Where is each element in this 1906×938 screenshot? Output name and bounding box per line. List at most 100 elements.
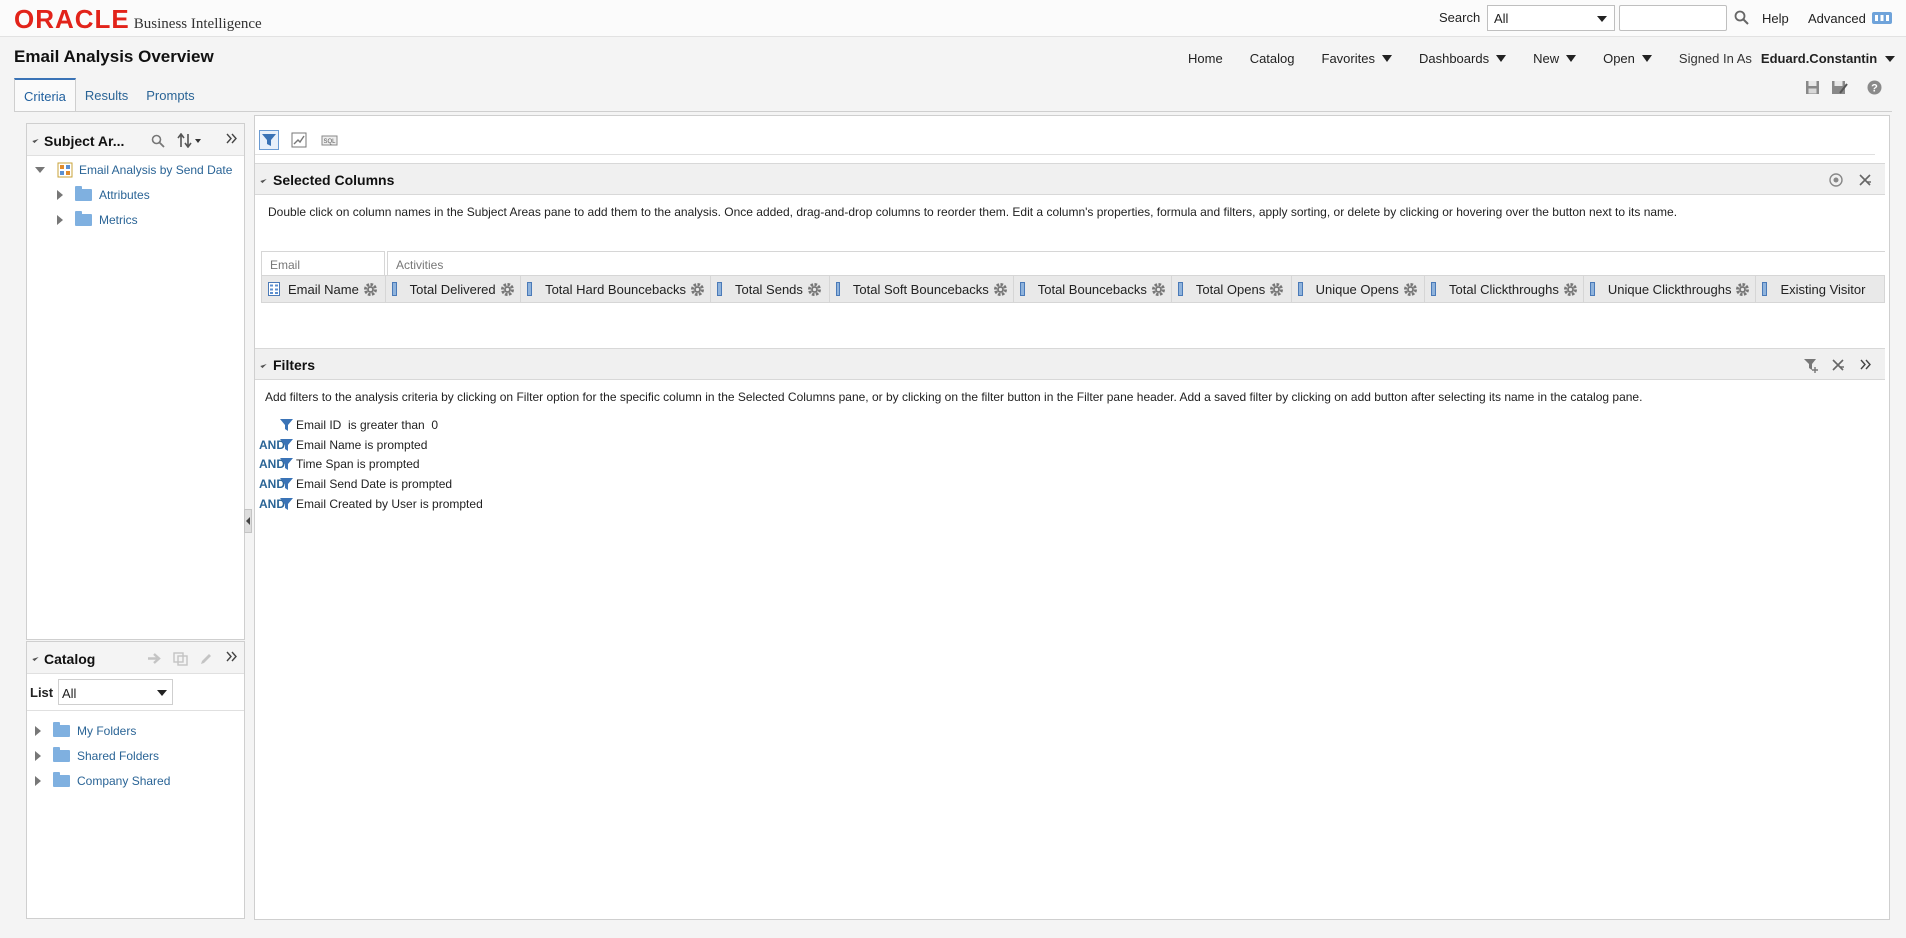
search-icon[interactable] bbox=[151, 134, 165, 148]
search-icon[interactable] bbox=[1734, 10, 1749, 25]
sql-icon[interactable]: SQL bbox=[319, 130, 340, 150]
column-total-sends[interactable]: Total Sends bbox=[711, 276, 830, 302]
edit-icon[interactable] bbox=[199, 652, 213, 666]
expand-panel-icon[interactable] bbox=[1860, 359, 1871, 370]
column-total-bouncebacks[interactable]: Total Bouncebacks bbox=[1014, 276, 1172, 302]
collapse-icon[interactable] bbox=[260, 176, 267, 184]
column-unique-opens[interactable]: Unique Opens bbox=[1292, 276, 1426, 302]
gear-icon[interactable] bbox=[1563, 282, 1578, 297]
filter-icon bbox=[279, 418, 294, 432]
search-scope-select[interactable]: All bbox=[1487, 5, 1615, 31]
gear-icon[interactable] bbox=[500, 282, 515, 297]
filter-item[interactable]: AND Email Name is prompted bbox=[259, 438, 427, 452]
nav-open[interactable]: Open bbox=[1603, 51, 1652, 66]
filter-conjunction[interactable]: AND bbox=[259, 457, 285, 471]
remove-all-columns-icon[interactable] bbox=[1858, 173, 1872, 187]
save-as-icon[interactable] bbox=[1831, 80, 1848, 95]
tab-results[interactable]: Results bbox=[76, 78, 137, 112]
chevron-down-icon[interactable] bbox=[35, 167, 45, 173]
remove-all-filters-icon[interactable] bbox=[1831, 358, 1845, 372]
gear-icon[interactable] bbox=[1735, 282, 1750, 297]
chevron-down-icon bbox=[1566, 55, 1577, 62]
chevron-right-icon[interactable] bbox=[35, 751, 41, 761]
tree-item-attributes[interactable]: Attributes bbox=[57, 186, 150, 202]
help-icon[interactable]: ? bbox=[1867, 80, 1882, 95]
nav-dashboards[interactable]: Dashboards bbox=[1418, 51, 1507, 66]
gear-icon[interactable] bbox=[363, 282, 378, 297]
collapse-icon[interactable] bbox=[32, 654, 39, 662]
column-email-name[interactable]: Email Name bbox=[262, 276, 386, 302]
chevron-right-icon[interactable] bbox=[57, 190, 63, 200]
column-total-soft-bouncebacks[interactable]: Total Soft Bouncebacks bbox=[830, 276, 1014, 302]
user-menu[interactable]: Eduard.Constantin bbox=[1761, 51, 1896, 66]
chevron-right-icon[interactable] bbox=[35, 726, 41, 736]
catalog-folder-company-shared[interactable]: Company Shared bbox=[35, 772, 170, 788]
column-total-clickthroughs[interactable]: Total Clickthroughs bbox=[1425, 276, 1584, 302]
copy-icon[interactable] bbox=[173, 652, 188, 666]
tree-item-metrics[interactable]: Metrics bbox=[57, 211, 138, 227]
oracle-logo[interactable]: ORACLE Business Intelligence bbox=[14, 6, 262, 33]
catalog-folder-shared-folders[interactable]: Shared Folders bbox=[35, 747, 159, 763]
filter-toggle-icon[interactable] bbox=[259, 130, 279, 150]
save-icon[interactable] bbox=[1805, 80, 1820, 95]
filter-item[interactable]: Email ID is greater than 0 bbox=[259, 418, 438, 432]
filter-item[interactable]: AND Time Span is prompted bbox=[259, 457, 420, 471]
column-total-opens[interactable]: Total Opens bbox=[1172, 276, 1292, 302]
add-arrow-icon[interactable] bbox=[147, 652, 163, 665]
sort-icon[interactable] bbox=[177, 133, 203, 148]
nav-favorites[interactable]: Favorites bbox=[1322, 51, 1392, 66]
tree-root-email-analysis[interactable]: Email Analysis by Send Date bbox=[35, 162, 232, 178]
gear-icon[interactable] bbox=[1151, 282, 1166, 297]
nav-catalog[interactable]: Catalog bbox=[1250, 51, 1295, 66]
filter-icon bbox=[279, 477, 294, 491]
catalog-list-select[interactable]: All bbox=[58, 679, 173, 705]
gear-icon[interactable] bbox=[807, 282, 822, 297]
column-unique-clickthroughs[interactable]: Unique Clickthroughs bbox=[1584, 276, 1757, 302]
oracle-wordmark: ORACLE bbox=[14, 4, 130, 34]
catalog-folder-my-folders[interactable]: My Folders bbox=[35, 722, 136, 738]
tab-prompts[interactable]: Prompts bbox=[137, 78, 203, 112]
gear-icon[interactable] bbox=[1403, 282, 1418, 297]
column-properties-icon[interactable] bbox=[289, 130, 309, 150]
nav-dashboards-label: Dashboards bbox=[1418, 51, 1490, 66]
panel-splitter-handle[interactable] bbox=[244, 509, 252, 533]
nav-new[interactable]: New bbox=[1533, 51, 1577, 66]
help-link[interactable]: Help bbox=[1762, 11, 1789, 26]
filter-item[interactable]: AND Email Send Date is prompted bbox=[259, 477, 452, 491]
tab-criteria[interactable]: Criteria bbox=[14, 78, 76, 112]
tabs-divider bbox=[14, 111, 1892, 112]
search-input[interactable] bbox=[1619, 5, 1727, 31]
analysis-toolbar: ? bbox=[1805, 80, 1882, 95]
column-label: Total Hard Bouncebacks bbox=[545, 281, 686, 297]
gear-icon[interactable] bbox=[1269, 282, 1284, 297]
nav-home[interactable]: Home bbox=[1188, 51, 1223, 66]
collapse-icon[interactable] bbox=[260, 361, 267, 369]
chevron-right-icon[interactable] bbox=[35, 776, 41, 786]
filter-conjunction[interactable]: AND bbox=[259, 438, 285, 452]
column-total-delivered[interactable]: Total Delivered bbox=[386, 276, 522, 302]
filter-text: Time Span is prompted bbox=[296, 457, 420, 471]
measure-column-icon bbox=[716, 282, 722, 296]
filter-conjunction[interactable]: AND bbox=[259, 477, 285, 491]
column-group-row: Email Activities bbox=[261, 251, 1885, 275]
signed-in-label: Signed In As bbox=[1678, 51, 1752, 66]
editor-tabs: Criteria Results Prompts bbox=[14, 78, 204, 112]
filter-conjunction[interactable]: AND bbox=[259, 497, 285, 511]
column-existing-visitor[interactable]: Existing Visitor bbox=[1756, 276, 1884, 302]
filter-item[interactable]: AND Email Created by User is prompted bbox=[259, 497, 483, 511]
column-total-hard-bouncebacks[interactable]: Total Hard Bouncebacks bbox=[521, 276, 711, 302]
measure-column-icon bbox=[1019, 282, 1025, 296]
expand-panel-icon[interactable] bbox=[226, 651, 237, 662]
apps-menu-icon[interactable] bbox=[1872, 12, 1892, 24]
column-label: Email Name bbox=[288, 281, 359, 297]
create-filter-icon[interactable] bbox=[1803, 358, 1820, 373]
measure-column-icon bbox=[835, 282, 840, 296]
collapse-icon[interactable] bbox=[32, 136, 39, 144]
gear-icon[interactable] bbox=[690, 282, 705, 297]
gear-icon[interactable] bbox=[993, 282, 1008, 297]
expand-panel-icon[interactable] bbox=[226, 133, 237, 144]
advanced-link[interactable]: Advanced bbox=[1808, 11, 1866, 26]
hide-columns-icon[interactable] bbox=[1828, 173, 1844, 187]
chevron-right-icon[interactable] bbox=[57, 215, 63, 225]
main-nav: Home Catalog Favorites Dashboards New Op… bbox=[1188, 51, 1896, 66]
